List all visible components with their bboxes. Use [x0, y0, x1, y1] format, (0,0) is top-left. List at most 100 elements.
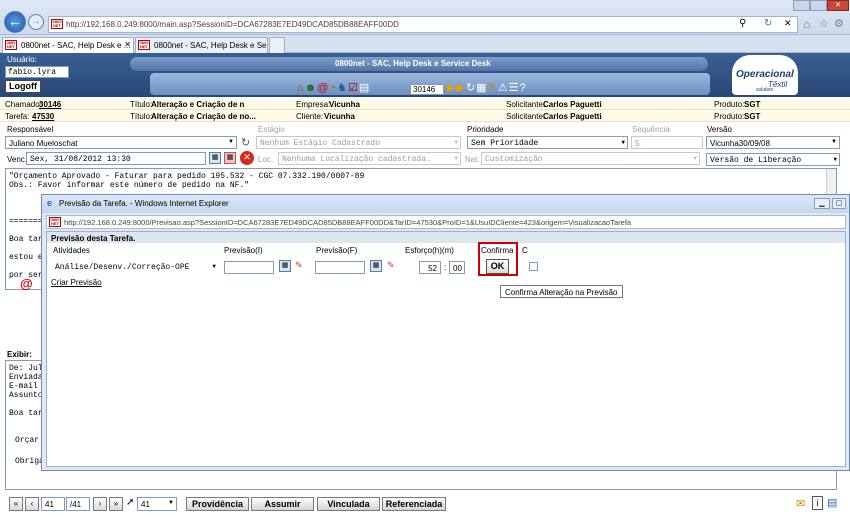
- attach-icon[interactable]: ✉: [796, 497, 805, 510]
- users-icon[interactable]: ♞: [337, 82, 348, 94]
- calendar-clear-icon[interactable]: ▦: [224, 152, 236, 164]
- help-icon[interactable]: ?: [520, 82, 527, 94]
- c-checkbox[interactable]: [529, 262, 538, 271]
- calendar-icon[interactable]: ▦: [370, 260, 382, 272]
- browser-toolbar: ← → 0800 NET http://192.168.0.249:8000/ma…: [0, 0, 850, 35]
- sequencia-field[interactable]: 5: [631, 136, 703, 149]
- site-favicon-icon: 0800 NET: [138, 40, 150, 50]
- popup-address-text: http://192.168.0.249:8000/Previsao.asp?S…: [64, 218, 632, 227]
- counter-field[interactable]: 30146: [410, 84, 444, 95]
- esforco-separator: :: [444, 263, 447, 272]
- clock-icon[interactable]: ◔: [329, 82, 337, 94]
- last-page-button[interactable]: »: [109, 497, 123, 511]
- user-icon[interactable]: ☻: [305, 82, 318, 94]
- eraser-icon[interactable]: ✎: [295, 260, 303, 271]
- tarefa-link[interactable]: 47530: [32, 112, 54, 121]
- calendar-icon[interactable]: ▦: [476, 82, 487, 94]
- assumir-button[interactable]: Assumir: [251, 497, 314, 511]
- solicitante-value: Carlos Paguetti: [543, 100, 602, 109]
- next-icon[interactable]: ▶: [456, 82, 465, 94]
- goto-page-select[interactable]: 41: [137, 497, 177, 511]
- tarefa-label: Tarefa:: [5, 112, 30, 121]
- chamado-link[interactable]: 30146: [39, 100, 61, 109]
- nat-select[interactable]: Customização: [481, 152, 700, 165]
- ok-button[interactable]: OK: [486, 259, 509, 274]
- providencia-button[interactable]: Providência: [186, 497, 249, 511]
- calendar-icon[interactable]: ▦: [279, 260, 291, 272]
- search-icon[interactable]: ⚲: [739, 18, 746, 29]
- tab-label: 0800net - SAC, Help Desk e Ser...: [154, 41, 268, 50]
- clear-icon[interactable]: ✕: [240, 151, 254, 165]
- favorites-icon[interactable]: ☆: [819, 17, 829, 30]
- criar-previsao-link[interactable]: Criar Previsão: [51, 278, 102, 287]
- vinculada-button[interactable]: Vinculada: [317, 497, 380, 511]
- minimize-icon[interactable]: [793, 0, 810, 11]
- mail-icon[interactable]: @: [317, 82, 329, 94]
- home-icon[interactable]: ⌂: [803, 17, 810, 31]
- popup-maximize-icon[interactable]: ▢: [832, 198, 846, 209]
- titulo-label: Título:: [130, 112, 153, 121]
- esforco-hours-field[interactable]: 52: [419, 261, 441, 274]
- empresa-value: Vicunha: [329, 100, 360, 109]
- previsao-i-field[interactable]: [224, 261, 274, 274]
- site-favicon-icon: 0800 NET: [5, 40, 17, 50]
- versao-select[interactable]: Vicunha30/09/08: [706, 136, 840, 149]
- atividade-select[interactable]: Análise/Desenv./Correção-OPE: [51, 260, 219, 273]
- email-icon[interactable]: @: [20, 276, 33, 291]
- refresh-icon[interactable]: ↻: [241, 136, 250, 149]
- forward-icon[interactable]: →: [28, 14, 44, 30]
- col-esforco: Esforço(h)(m): [405, 246, 454, 255]
- restore-icon[interactable]: [810, 0, 827, 11]
- popup-title: Previsão da Tarefa. - Windows Internet E…: [59, 199, 229, 208]
- gear-icon[interactable]: ⚙: [834, 17, 844, 30]
- calendar-icon[interactable]: ▦: [209, 152, 221, 164]
- popup-section-header: Previsão desta Tarefa.: [47, 232, 845, 243]
- col-c: C: [522, 246, 528, 255]
- responsavel-select[interactable]: Juliano Mueloschat: [5, 136, 237, 149]
- esforco-minutes-field[interactable]: 00: [449, 261, 465, 274]
- referenciada-button[interactable]: Referenciada: [382, 497, 446, 511]
- address-bar[interactable]: 0800 NET http://192.168.0.249:8000/main.a…: [48, 16, 798, 33]
- list-icon[interactable]: ☰: [509, 82, 520, 94]
- edit-icon[interactable]: ✎: [488, 82, 498, 94]
- back-icon[interactable]: ←: [4, 11, 26, 33]
- solicitante-value: Carlos Paguetti: [543, 112, 602, 121]
- solicitante-label: Solicitante:: [506, 100, 546, 109]
- toolbar-icons: ⌂☻@◔♞☑▤: [297, 81, 370, 94]
- logoff-button[interactable]: Logoff: [5, 80, 41, 93]
- eraser-icon[interactable]: ✎: [387, 260, 395, 271]
- estagio-select[interactable]: Nenhum Estágio Cadastrado: [256, 136, 461, 149]
- popup-minimize-icon[interactable]: ▁: [814, 198, 830, 209]
- first-page-button[interactable]: «: [9, 497, 23, 511]
- doc-icon[interactable]: ▤: [359, 82, 370, 94]
- prioridade-select[interactable]: Sem Prioridade: [467, 136, 628, 149]
- titulo-value: Alteração e Criação de no...: [151, 112, 256, 121]
- prev-page-button[interactable]: ‹: [25, 497, 39, 511]
- tab-close-icon[interactable]: ✕: [124, 40, 131, 49]
- loc-select[interactable]: Nenhuma Localização cadastrada.: [278, 152, 461, 165]
- venc-field[interactable]: Sex, 31/08/2012 13:30: [26, 152, 206, 165]
- goto-icon[interactable]: ➚: [126, 497, 134, 508]
- info-icon[interactable]: i: [812, 496, 823, 510]
- page-current-field[interactable]: 41: [41, 497, 65, 511]
- refresh-icon[interactable]: ↻: [466, 82, 476, 94]
- print-icon[interactable]: ▤: [827, 496, 837, 509]
- refresh-icon[interactable]: ↻: [764, 18, 772, 29]
- new-tab-button[interactable]: [269, 37, 285, 53]
- previsao-f-field[interactable]: [315, 261, 365, 274]
- check-icon[interactable]: ☑: [348, 82, 359, 94]
- versao-liberacao-select[interactable]: Versão de Liberação: [706, 153, 840, 166]
- usuario-field[interactable]: fabio.lyra: [5, 66, 69, 78]
- empresa-label: Empresa:: [296, 100, 331, 109]
- sequencia-label: Sequência: [632, 125, 670, 134]
- tab-second[interactable]: 0800 NET 0800net - SAC, Help Desk e Ser..…: [135, 37, 268, 53]
- warning-icon[interactable]: ⚠: [498, 82, 509, 94]
- close-icon[interactable]: ✕: [827, 0, 849, 11]
- ie-icon: e: [47, 198, 53, 208]
- textarea-line: "Orçamento Aprovado - Faturar para pedid…: [9, 172, 365, 181]
- home-icon[interactable]: ⌂: [297, 82, 305, 94]
- next-page-button[interactable]: ›: [93, 497, 107, 511]
- stop-icon[interactable]: ✕: [784, 18, 792, 29]
- popup-address-bar[interactable]: 0800 NET http://192.168.0.249:8000/Previs…: [46, 215, 846, 229]
- tab-first[interactable]: 0800 NET 0800net - SAC, Help Desk e ... ✕: [2, 37, 134, 53]
